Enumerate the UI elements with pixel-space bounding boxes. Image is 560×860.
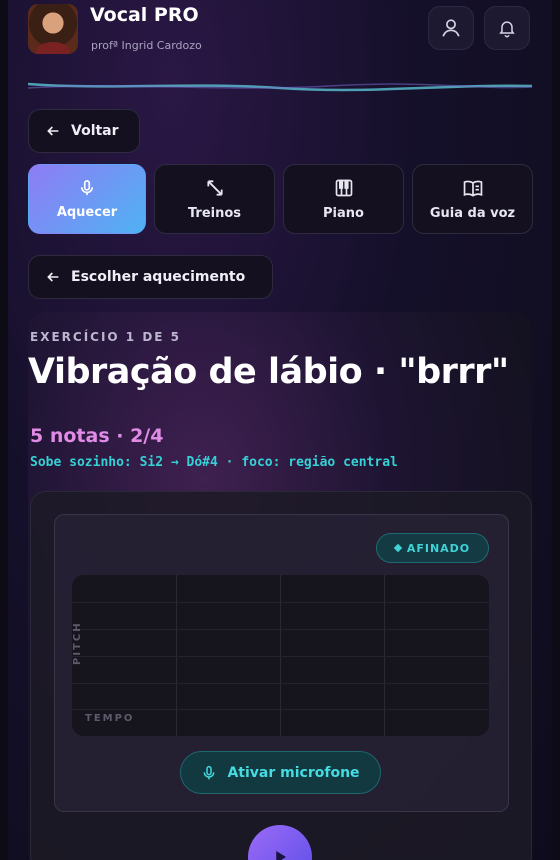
tab-piano[interactable]: Piano (283, 164, 404, 234)
mic-button-label: Ativar microfone (227, 764, 360, 781)
teacher-name: profª Ingrid Cardozo (91, 39, 202, 52)
user-icon (442, 19, 460, 37)
exercise-counter: EXERCÍCIO 1 DE 5 (30, 330, 182, 344)
tab-label: Treinos (187, 205, 242, 221)
book-icon (463, 180, 482, 197)
profile-button[interactable] (428, 6, 474, 50)
arrow-left-icon (47, 272, 59, 282)
choose-warmup-label: Escolher aquecimento (71, 269, 246, 285)
grid-line (72, 656, 489, 657)
tab-label: Guia da voz (429, 205, 516, 221)
grid-line (72, 683, 489, 684)
piano-icon (335, 179, 352, 196)
activate-microphone-button[interactable]: Ativar microfone (180, 751, 381, 794)
grid-line (72, 629, 489, 630)
bell-icon (499, 21, 515, 38)
back-button[interactable]: Voltar (28, 109, 140, 153)
arrow-left-icon (47, 126, 59, 136)
grid-line (72, 602, 489, 603)
exercise-title: Vibração de lábio · "brrr" (28, 352, 509, 392)
status-badge-label: AFINADO (406, 541, 471, 555)
pitch-axis-label: PITCH (72, 621, 83, 665)
tab-label: Piano (323, 205, 364, 221)
diamond-icon (393, 543, 403, 553)
play-icon (276, 851, 286, 860)
notifications-button[interactable] (484, 6, 530, 50)
microphone-icon (204, 765, 215, 779)
exercise-range: Sobe sozinho: Si2 → Dó#4 · foco: região … (30, 455, 398, 470)
pitch-grid (72, 575, 489, 736)
status-badge: AFINADO (376, 533, 489, 563)
tab-treinos[interactable]: Treinos (154, 164, 275, 234)
avatar (28, 4, 78, 54)
arrows-diagonal-icon (206, 179, 223, 196)
tab-aquecer[interactable]: Aquecer (28, 164, 146, 234)
choose-warmup-button[interactable]: Escolher aquecimento (28, 255, 273, 299)
app-title: Vocal PRO (90, 4, 199, 26)
time-axis-label: TEMPO (85, 713, 135, 724)
microphone-icon (80, 179, 94, 195)
back-label: Voltar (71, 123, 119, 139)
header: Vocal PRO profª Ingrid Cardozo (8, 0, 552, 92)
grid-line (72, 709, 489, 710)
waveform-divider (28, 82, 532, 92)
tab-label: Aquecer (56, 204, 118, 220)
app-frame: Vocal PRO profª Ingrid Cardozo Voltar Aq… (8, 0, 552, 860)
tab-guia-da-voz[interactable]: Guia da voz (412, 164, 533, 234)
exercise-notes: 5 notas · 2/4 (30, 425, 164, 447)
